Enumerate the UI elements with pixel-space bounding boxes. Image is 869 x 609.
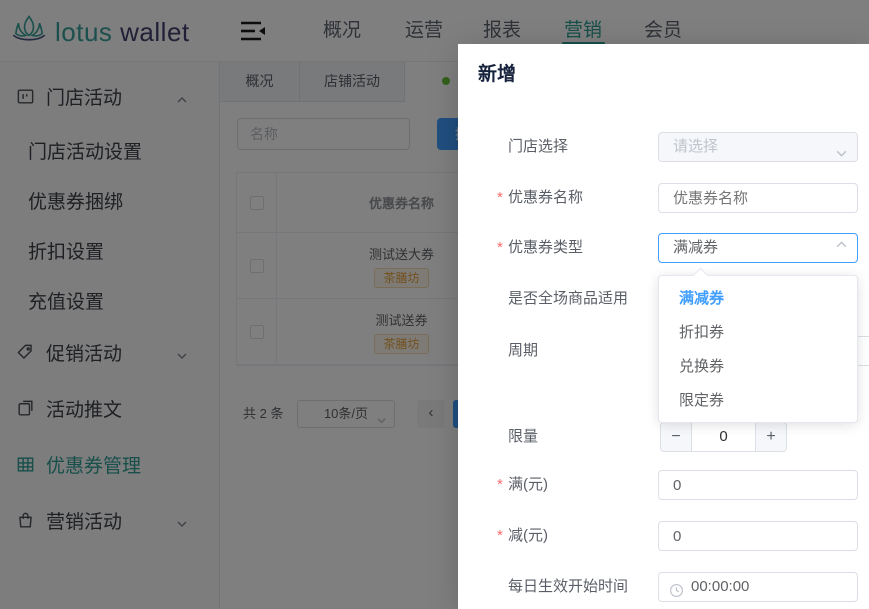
dropdown-option-full-reduction[interactable]: 满减券 xyxy=(659,282,857,316)
chevron-down-icon xyxy=(835,142,848,155)
add-coupon-dialog: 新增 门店选择 请选择 *优惠券名称 *优惠券类型 满减券 是否全场商品适用 周… xyxy=(458,44,869,609)
store-select-label: 门店选择 xyxy=(508,132,658,162)
min-amount-input[interactable] xyxy=(658,470,858,500)
stepper-increase-button[interactable]: + xyxy=(755,423,786,451)
off-amount-label: *减(元) xyxy=(508,521,658,551)
coupon-type-select[interactable]: 满减券 xyxy=(658,233,858,263)
coupon-type-label: *优惠券类型 xyxy=(508,233,658,263)
dropdown-option-discount[interactable]: 折扣券 xyxy=(659,316,857,350)
limit-label: 限量 xyxy=(508,422,658,452)
store-select[interactable]: 请选择 xyxy=(658,132,858,162)
coupon-name-label: *优惠券名称 xyxy=(508,183,658,213)
coupon-name-input[interactable] xyxy=(658,183,858,213)
min-amount-label: *满(元) xyxy=(508,470,658,500)
dropdown-option-limited[interactable]: 限定券 xyxy=(659,384,857,418)
clock-icon xyxy=(669,580,684,595)
stepper-decrease-button[interactable]: − xyxy=(661,423,692,451)
cycle-label: 周期 xyxy=(508,336,658,366)
scope-label: 是否全场商品适用 xyxy=(508,284,658,314)
dialog-title: 新增 xyxy=(478,59,516,86)
dropdown-option-exchange[interactable]: 兑换券 xyxy=(659,350,857,384)
chevron-up-icon xyxy=(835,243,848,256)
off-amount-input[interactable] xyxy=(658,521,858,551)
limit-stepper: − 0 + xyxy=(660,422,787,452)
daily-start-time-label: 每日生效开始时间 xyxy=(508,572,658,602)
daily-start-time-picker[interactable]: 00:00:00 xyxy=(658,572,858,602)
coupon-type-dropdown: 满减券 折扣券 兑换券 限定券 xyxy=(658,275,858,423)
stepper-value[interactable]: 0 xyxy=(692,423,755,451)
